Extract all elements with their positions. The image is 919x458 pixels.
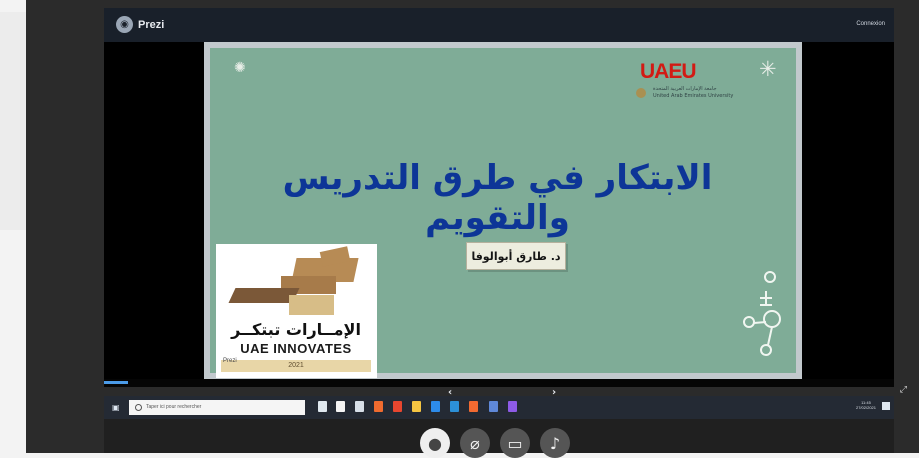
molecule-node: [760, 344, 772, 356]
presentation-progress-fill: [104, 381, 128, 384]
star-icon: ✺: [234, 60, 246, 76]
molecule-node: [763, 310, 781, 328]
slide-title: الابتكار في طرق التدريس والتقويم: [282, 158, 713, 238]
taskbar-app-icon[interactable]: [508, 401, 517, 412]
innovates-year: 2021: [221, 360, 371, 372]
windows-start-icon[interactable]: ▣: [112, 403, 120, 412]
call-controls: ● ⌀ ▭ ♪: [104, 419, 894, 458]
taskbar-app-icon[interactable]: [318, 401, 327, 412]
molecule-node: [764, 271, 776, 283]
camera-toggle-button[interactable]: ⌀: [460, 428, 490, 458]
molecule-line: [760, 291, 772, 306]
taskbar-date: 27/02/2021: [855, 405, 876, 410]
taskbar-app-icon[interactable]: [469, 401, 478, 412]
university-name-english: United Arab Emirates University: [653, 93, 734, 99]
taskbar-app-icon[interactable]: [336, 401, 345, 412]
avatar-icon[interactable]: ●: [420, 428, 450, 458]
uae-innovates-english: UAE INNOVATES: [240, 341, 352, 356]
taskbar-app-icon[interactable]: [355, 401, 364, 412]
system-tray[interactable]: [792, 404, 840, 411]
share-screen-button[interactable]: ▭: [500, 428, 530, 458]
taskbar-app-icon[interactable]: [489, 401, 498, 412]
taskbar-app-icon[interactable]: [412, 401, 421, 412]
university-name-arabic: جامعة الإمارات العربية المتحدة: [653, 86, 717, 92]
star-icon: ✳: [759, 57, 777, 81]
slide-background: ✺ UAEU ✳ جامعة الإمارات العربية المتحدة …: [210, 48, 796, 378]
molecule-icon: [743, 271, 781, 356]
taskbar-app-icon[interactable]: [450, 401, 459, 412]
taskbar-app-icon[interactable]: [393, 401, 402, 412]
notification-icon[interactable]: [882, 402, 890, 410]
microphone-toggle-button[interactable]: ♪: [540, 428, 570, 458]
current-slide: ✺ UAEU ✳ جامعة الإمارات العربية المتحدة …: [204, 42, 802, 379]
presentation-viewport: ✺ UAEU ✳ جامعة الإمارات العربية المتحدة …: [104, 42, 894, 379]
prezi-logo[interactable]: ◉ Prezi: [116, 16, 164, 33]
prezi-badge: Prezi: [223, 358, 237, 364]
uae-innovates-arabic: الإمــارات تبتكــر: [231, 320, 361, 339]
prezi-brand-name: Prezi: [138, 18, 165, 31]
search-placeholder: Taper ici pour rechercher: [146, 404, 202, 410]
windows-taskbar: ▣ Taper ici pour rechercher 11:45 27/02/…: [104, 396, 894, 419]
taskbar-clock: 11:45 27/02/2021: [856, 400, 876, 410]
molecule-node: [743, 316, 755, 328]
prezi-logo-icon: ◉: [116, 16, 133, 33]
uae-innovates-logo: الإمــارات تبتكــر UAE INNOVATES 2021 Pr…: [216, 244, 377, 378]
taskbar-search-box[interactable]: Taper ici pour rechercher: [129, 400, 305, 415]
search-icon: [135, 404, 142, 411]
author-label: د. طارق أبوالوفا: [466, 242, 566, 270]
molecule-line: [753, 321, 773, 346]
prezi-top-bar: ◉ Prezi Connexion: [104, 8, 894, 42]
fullscreen-button[interactable]: ⤢: [900, 385, 907, 395]
taskbar-app-icon[interactable]: [374, 401, 383, 412]
uae-map-shape: [289, 295, 334, 315]
presentation-progress-track: [104, 379, 894, 387]
uaeu-logo: UAEU: [640, 60, 697, 83]
taskbar-app-icon[interactable]: [431, 401, 440, 412]
university-name: جامعة الإمارات العربية المتحدة United Ar…: [636, 86, 761, 108]
connection-link[interactable]: Connexion: [856, 21, 885, 27]
